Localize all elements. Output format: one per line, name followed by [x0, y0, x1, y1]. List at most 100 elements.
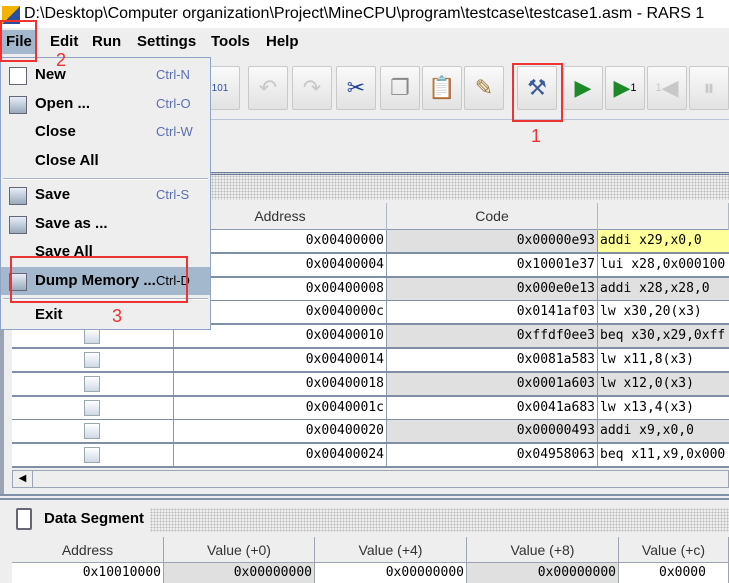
basic-cell: beq x30,x29,0xff: [598, 325, 729, 348]
code-cell: 0x00000493: [387, 420, 598, 443]
breakpoint-checkbox[interactable]: [84, 399, 100, 416]
table-row[interactable]: 0x00400024 0x04958063 beq x11,x9,0x000: [12, 444, 729, 469]
pause-button[interactable]: ⏸: [689, 66, 729, 110]
redo-button[interactable]: ↷: [292, 66, 332, 110]
backstep-button[interactable]: 1 ◀: [647, 66, 687, 110]
breakpoint-checkbox[interactable]: [84, 423, 100, 440]
step-button[interactable]: ▶ 1: [605, 66, 645, 110]
code-cell: 0x000e0e13: [387, 277, 598, 300]
menu-settings[interactable]: Settings: [135, 32, 198, 52]
menu-tools[interactable]: Tools: [209, 32, 252, 52]
label: Save: [35, 186, 71, 203]
column-basic[interactable]: [598, 203, 729, 230]
data-cell[interactable]: 0x00000000: [315, 563, 467, 583]
basic-cell: lw x11,8(x3): [598, 349, 729, 371]
save-icon: [9, 187, 27, 205]
address-cell: 0x00400024: [174, 444, 387, 467]
save-as-icon: [9, 216, 27, 234]
play-icon: ▶: [574, 75, 592, 100]
basic-cell: beq x11,x9,0x000: [598, 444, 729, 466]
code-cell: 0x0081a583: [387, 349, 598, 371]
shortcut: Ctrl-N: [156, 67, 190, 82]
label: Close: [35, 123, 76, 140]
clipboard-icon: 📋: [428, 75, 456, 100]
data-segment-title: Data Segment: [44, 510, 145, 527]
menu-item-new[interactable]: New Ctrl-N: [1, 61, 210, 89]
shortcut: Ctrl-O: [156, 96, 191, 111]
window-title: D:\Desktop\Computer organization\Project…: [24, 5, 705, 22]
menu-run[interactable]: Run: [90, 32, 123, 52]
shortcut: Ctrl-S: [156, 187, 190, 202]
label: Exit: [35, 306, 63, 323]
find-replace-button[interactable]: ✎: [464, 66, 504, 110]
backstep-icon: ◀: [661, 75, 679, 100]
breakpoint-checkbox[interactable]: [84, 328, 100, 345]
label: Close All: [35, 152, 99, 169]
basic-cell: addi x29,x0,0: [598, 230, 729, 252]
title-bar: D:\Desktop\Computer organization\Project…: [0, 0, 729, 28]
basic-cell: lw x30,20(x3): [598, 301, 729, 323]
menu-item-open[interactable]: Open ... Ctrl-O: [1, 90, 210, 118]
code-cell: 0x04958063: [387, 444, 598, 467]
code-cell: 0xffdf0ee3: [387, 325, 598, 348]
split-divider[interactable]: [0, 494, 729, 500]
data-cell[interactable]: 0x0000: [619, 563, 729, 583]
shortcut: Ctrl-W: [156, 124, 193, 139]
menu-item-exit[interactable]: Exit: [1, 301, 210, 329]
scissors-icon: ✂: [346, 75, 366, 100]
data-column-value-c[interactable]: Value (+c): [619, 537, 729, 563]
horizontal-scrollbar[interactable]: ◀: [12, 470, 729, 488]
annotation-label: 1: [531, 126, 542, 146]
basic-cell: addi x28,x28,0: [598, 277, 729, 300]
table-row[interactable]: 0x00400014 0x0081a583 lw x11,8(x3): [12, 349, 729, 373]
code-cell: 0x10001e37: [387, 253, 598, 276]
run-button[interactable]: ▶: [563, 66, 603, 110]
data-column-value-4[interactable]: Value (+4): [315, 537, 467, 563]
step-label: 1: [630, 82, 637, 94]
label: Open ...: [35, 95, 91, 112]
table-row[interactable]: 0x00400020 0x00000493 addi x9,x0,0: [12, 420, 729, 445]
menu-item-save[interactable]: Save Ctrl-S: [1, 181, 210, 209]
menu-help[interactable]: Help: [264, 32, 301, 52]
pause-icon: ⏸: [703, 75, 715, 100]
address-cell: 0x0040001c: [174, 396, 387, 419]
code-cell: 0x0141af03: [387, 301, 598, 324]
table-row[interactable]: 0x0040001c 0x0041a683 lw x13,4(x3): [12, 396, 729, 421]
data-column-value-0[interactable]: Value (+0): [164, 537, 315, 563]
annotation-box-assemble: [512, 63, 563, 122]
new-file-icon: [9, 67, 27, 85]
breakpoint-checkbox[interactable]: [84, 375, 100, 392]
address-cell: 0x00400020: [174, 420, 387, 443]
menu-item-close[interactable]: Close Ctrl-W: [1, 118, 210, 146]
data-cell[interactable]: 0x00000000: [164, 563, 315, 583]
table-row[interactable]: 0x00400018 0x0001a603 lw x12,0(x3): [12, 372, 729, 397]
undo-button[interactable]: ↶: [248, 66, 288, 110]
breakpoint-checkbox[interactable]: [84, 447, 100, 464]
scroll-left-arrow-icon[interactable]: ◀: [13, 471, 33, 487]
breakpoint-cell: [12, 372, 174, 395]
paste-button[interactable]: 📋: [422, 66, 462, 110]
address-cell: 0x00400018: [174, 372, 387, 395]
annotation-label: 2: [56, 50, 67, 70]
data-cell-address: 0x10010000: [12, 563, 164, 583]
breakpoint-cell: [12, 349, 174, 371]
menu-separator: [3, 178, 208, 180]
data-cell[interactable]: 0x00000000: [467, 563, 619, 583]
annotation-box-dump-memory: [10, 256, 188, 303]
breakpoint-cell: [12, 420, 174, 443]
copy-button[interactable]: ❐: [380, 66, 420, 110]
data-column-address[interactable]: Address: [12, 537, 164, 563]
basic-cell: lw x13,4(x3): [598, 397, 729, 419]
menu-item-close-all[interactable]: Close All: [1, 147, 210, 175]
copy-icon: ❐: [390, 75, 410, 100]
cut-button[interactable]: ✂: [336, 66, 376, 110]
data-column-value-8[interactable]: Value (+8): [467, 537, 619, 563]
menu-edit[interactable]: Edit: [48, 32, 80, 52]
menu-bar: File Edit Run Settings Tools Help: [0, 28, 729, 56]
basic-cell: lui x28,0x000100: [598, 254, 729, 276]
breakpoint-checkbox[interactable]: [84, 352, 100, 368]
column-code[interactable]: Code: [387, 203, 598, 230]
breakpoint-cell: [12, 396, 174, 419]
menu-item-save-as[interactable]: Save as ...: [1, 210, 210, 238]
find-replace-icon: ✎: [474, 75, 494, 100]
